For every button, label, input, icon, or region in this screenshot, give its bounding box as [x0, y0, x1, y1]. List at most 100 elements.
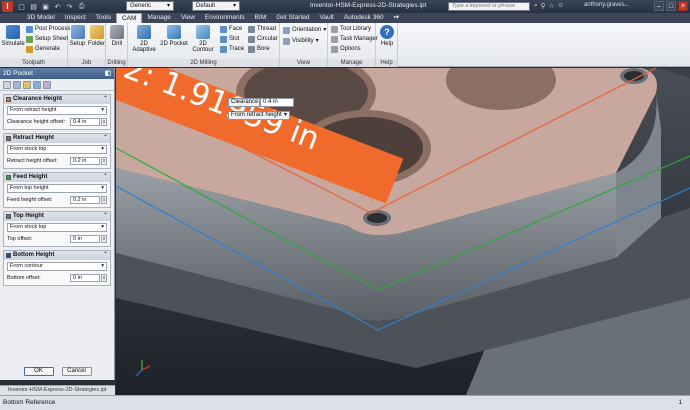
panel-2d-milling: 2D Adaptive 2D Pocket 2D Contour Face Sl…	[128, 23, 280, 67]
slot-button[interactable]: Slot	[220, 35, 239, 44]
face-button[interactable]: Face	[220, 25, 242, 34]
task-manager-icon	[331, 36, 338, 43]
collapse-icon[interactable]: ⌃	[103, 212, 108, 221]
tab-vault[interactable]: Vault	[314, 13, 338, 23]
setup-button[interactable]: Setup	[68, 25, 87, 47]
retract-mini-select[interactable]: From retract height ▾	[228, 111, 290, 120]
graphics-viewport[interactable]: 2: 1.91959 in Clearance 0.4 in From retr…	[116, 68, 690, 395]
dialog-pin-icon[interactable]: ◧	[105, 68, 111, 79]
section-header[interactable]: Top Height ⌃	[4, 212, 110, 221]
collapse-icon[interactable]: ⌃	[103, 251, 108, 260]
minimize-button[interactable]: –	[654, 1, 664, 11]
passes-tab-icon[interactable]	[33, 81, 41, 89]
clearance-from-select[interactable]: From retract height ▾	[7, 106, 107, 115]
options-button[interactable]: Options	[331, 45, 361, 54]
tool-tab-icon[interactable]	[3, 81, 11, 89]
tab-environments[interactable]: Environments	[200, 13, 250, 23]
bottom-offset-input[interactable]: 0 in	[70, 274, 100, 282]
print-icon[interactable]: ⎙	[77, 3, 86, 11]
dialog-buttons: OK Cancel	[0, 367, 115, 376]
section-header[interactable]: Retract Height ⌃	[4, 134, 110, 143]
orientation-button[interactable]: Orientation ▾	[283, 26, 326, 35]
section-header[interactable]: Clearance Height ⌃	[4, 95, 110, 104]
feed-from-select[interactable]: From top height ▾	[7, 184, 107, 193]
panel-label-manage: Manage	[328, 59, 375, 67]
retract-spinner[interactable]: ⇕	[101, 157, 107, 165]
2d-adaptive-button[interactable]: 2D Adaptive	[128, 25, 160, 53]
tab-bim[interactable]: BIM	[250, 13, 272, 23]
post-process-button[interactable]: Post Process	[26, 25, 70, 34]
new-icon[interactable]: ▢	[17, 3, 26, 11]
feed-offset-input[interactable]: 0.2 in	[70, 196, 100, 204]
simulate-button[interactable]: Simulate	[0, 25, 26, 47]
collapse-icon[interactable]: ⌃	[103, 173, 108, 182]
undo-icon[interactable]: ↶	[53, 3, 62, 11]
tab-view[interactable]: View	[176, 13, 200, 23]
tool-library-button[interactable]: Tool Library	[331, 25, 371, 34]
section-top-height: Top Height ⌃ From stock top ▾ Top offset:…	[3, 211, 111, 247]
retract-from-select[interactable]: From stock top ▾	[7, 145, 107, 154]
open-icon[interactable]: ▤	[29, 3, 38, 11]
appearance-combo[interactable]: Generic ▾	[126, 1, 174, 11]
style-combo[interactable]: Default ▾	[192, 1, 240, 11]
bottom-spinner[interactable]: ⇕	[101, 274, 107, 282]
2d-contour-button[interactable]: 2D Contour	[188, 25, 218, 53]
bore-button[interactable]: Bore	[248, 45, 270, 54]
tab-tools[interactable]: Tools	[91, 13, 116, 23]
clearance-mini-input[interactable]: 0.4 in	[260, 98, 294, 107]
tab-autodesk-360[interactable]: Autodesk 360	[339, 13, 389, 23]
heights-tab-icon[interactable]	[23, 81, 31, 89]
user-name[interactable]: anthony.graves...	[584, 2, 630, 8]
tab-3d-model[interactable]: 3D Model	[22, 13, 60, 23]
binoculars-icon[interactable]: ⌕	[534, 2, 538, 10]
tab-get-started[interactable]: Get Started	[271, 13, 314, 23]
task-manager-button[interactable]: Task Manager	[331, 35, 378, 44]
feed-spinner[interactable]: ⇕	[101, 196, 107, 204]
2d-pocket-button[interactable]: 2D Pocket	[160, 25, 188, 47]
trace-button[interactable]: Trace	[220, 45, 244, 54]
sign-in-icon[interactable]: ⚲	[541, 2, 546, 10]
panel-label-toolpath: Toolpath	[0, 59, 67, 67]
user-icon[interactable]: ☺	[557, 2, 564, 10]
search-input[interactable]: Type a keyword or phrase	[448, 2, 530, 11]
help-button[interactable]: ? Help	[376, 25, 398, 47]
inventor-app-icon[interactable]: I	[2, 1, 13, 12]
tab-inspect[interactable]: Inspect	[60, 13, 91, 23]
top-spinner[interactable]: ⇕	[101, 235, 107, 243]
ok-button[interactable]: OK	[23, 367, 54, 376]
cancel-button[interactable]: Cancel	[61, 367, 92, 376]
bottom-from-select[interactable]: From contour ▾	[7, 262, 107, 271]
setup-sheet-button[interactable]: Setup Sheet	[26, 35, 68, 44]
thread-button[interactable]: Thread	[248, 25, 276, 34]
maximize-button[interactable]: □	[666, 1, 676, 11]
retract-offset-input[interactable]: 0.2 in	[70, 157, 100, 165]
clearance-offset-input[interactable]: 0.4 in	[70, 118, 100, 126]
redo-icon[interactable]: ↷	[65, 3, 74, 11]
top-from-select[interactable]: From stock top ▾	[7, 223, 107, 232]
collapse-icon[interactable]: ⌃	[103, 134, 108, 143]
section-header[interactable]: Bottom Height ⌃	[4, 251, 110, 260]
clearance-spinner[interactable]: ⇕	[101, 118, 107, 126]
drill-button[interactable]: Drill	[106, 25, 128, 47]
top-offset-input[interactable]: 0 in	[70, 235, 100, 243]
generate-button[interactable]: Generate	[26, 45, 60, 54]
tab-cam[interactable]: CAM	[115, 13, 143, 23]
folder-button[interactable]: Folder	[87, 25, 106, 47]
visibility-button[interactable]: Visibility ▾	[283, 37, 319, 46]
model-browser-item[interactable]: Inventor-HSM-Express-2D-Strategies.ipt	[0, 385, 115, 395]
close-button[interactable]: ×	[678, 1, 688, 11]
star-icon[interactable]: ☆	[548, 2, 554, 10]
circular-button[interactable]: Circular	[248, 35, 278, 44]
section-clearance-height: Clearance Height ⌃ From retract height ▾ …	[3, 94, 111, 130]
collapse-icon[interactable]: ⌃	[103, 95, 108, 104]
tab-overflow[interactable]: ▪▾	[389, 13, 405, 23]
tab-manage[interactable]: Manage	[142, 13, 176, 23]
section-header[interactable]: Feed Height ⌃	[4, 173, 110, 182]
geometry-tab-icon[interactable]	[13, 81, 21, 89]
panel-job: Setup Folder Job	[68, 23, 106, 67]
dialog-title: 2D Pocket	[3, 70, 33, 77]
post-process-icon	[26, 26, 33, 33]
linking-tab-icon[interactable]	[43, 81, 51, 89]
save-icon[interactable]: ▣	[41, 3, 50, 11]
quick-access-toolbar: ▢ ▤ ▣ ↶ ↷ ⎙	[17, 3, 86, 11]
